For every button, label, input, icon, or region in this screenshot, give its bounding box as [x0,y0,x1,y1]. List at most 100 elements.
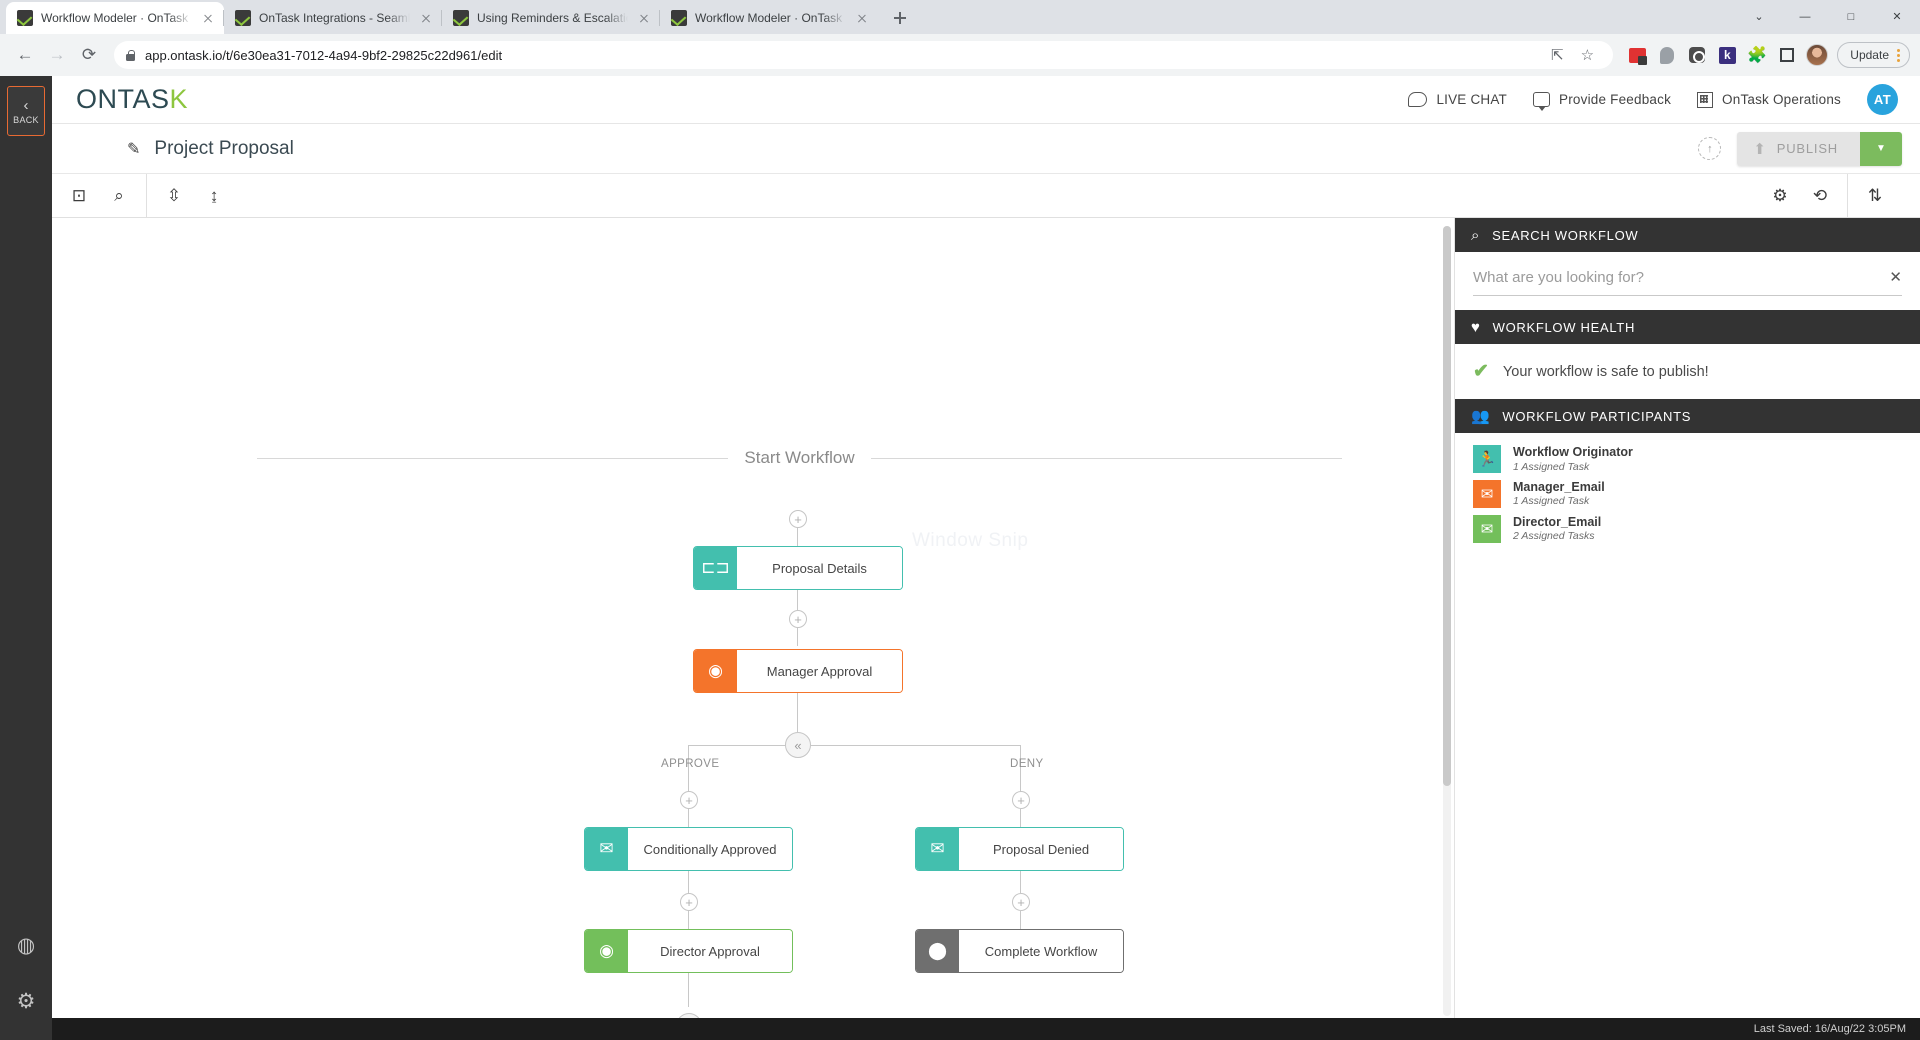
canvas-scrollbar[interactable] [1443,226,1451,1016]
window-snip-watermark: Window Snip [912,530,1028,552]
forward-icon[interactable]: → [42,40,72,70]
branch-line [688,745,785,746]
bookmark-star-icon[interactable]: ☆ [1573,41,1601,69]
gray-drop-icon[interactable] [1653,41,1681,69]
add-step-button[interactable]: + [680,791,698,809]
ontask-operations-button[interactable]: OnTask Operations [1697,92,1841,108]
browser-window: Workflow Modeler · OnTask OnTask Integra… [0,0,1920,1040]
ontask-operations-label: OnTask Operations [1722,92,1841,107]
settings-gear-icon[interactable]: ⚙ [1767,183,1793,209]
add-step-button[interactable]: + [789,510,807,528]
workflow-node-director-approval[interactable]: ◉ Director Approval [584,929,793,973]
close-icon[interactable] [418,10,434,26]
decision-gate-icon[interactable]: « [785,732,811,758]
connector-line [797,590,798,610]
search-workflow-body: ✕ [1455,252,1920,310]
share-icon[interactable]: ⇱ [1543,41,1571,69]
connector-line [1020,911,1021,930]
close-icon[interactable] [854,10,870,26]
node-label: Director Approval [628,930,792,972]
k-extension-icon[interactable]: k [1713,41,1741,69]
search-workflow-title: SEARCH WORKFLOW [1492,228,1638,243]
add-step-button[interactable]: + [1012,791,1030,809]
life-ring-icon[interactable]: ◍ [9,928,43,962]
add-step-button[interactable]: + [680,893,698,911]
eye-icon: ◉ [694,650,737,692]
browser-tab-4[interactable]: Workflow Modeler · OnTask [660,2,878,34]
workflow-node-proposal-details[interactable]: ⊏⊐ Proposal Details [693,546,903,590]
browser-tab-1[interactable]: Workflow Modeler · OnTask [6,2,224,34]
close-window-button[interactable]: ✕ [1874,0,1920,34]
browser-tab-2[interactable]: OnTask Integrations - Seamless, F [224,2,442,34]
stop-icon: ⬤ [916,930,959,972]
history-icon[interactable]: ⟲ [1807,183,1833,209]
node-label: Complete Workflow [959,930,1123,972]
provide-feedback-button[interactable]: Provide Feedback [1533,92,1671,107]
close-icon[interactable] [636,10,652,26]
participant-tasks: 1 Assigned Task [1513,495,1605,508]
chevron-down-icon[interactable]: ⌄ [1736,0,1782,34]
profile-avatar[interactable] [1803,41,1831,69]
connector-line [688,911,689,930]
add-step-button[interactable]: + [789,610,807,628]
upload-icon: ⬆ [1753,140,1766,158]
workflow-participants-title: WORKFLOW PARTICIPANTS [1502,409,1691,424]
dark-camera-icon[interactable] [1683,41,1711,69]
menu-kebab-icon[interactable] [1897,49,1900,62]
fit-height-icon[interactable]: ↨ [201,183,227,209]
close-icon[interactable] [200,10,216,26]
participant-info: Workflow Originator 1 Assigned Task [1513,445,1633,474]
connector-line [797,693,798,732]
clear-search-icon[interactable]: ✕ [1879,268,1902,286]
avatar[interactable]: AT [1867,84,1898,115]
live-chat-button[interactable]: LIVE CHAT [1408,92,1507,107]
refresh-circle-icon[interactable]: ↑ [1698,137,1721,160]
reload-icon[interactable]: ⟳ [74,40,104,70]
scrollbar-thumb[interactable] [1443,226,1451,786]
publish-dropdown-button[interactable]: ▼ [1860,132,1902,166]
list-item[interactable]: ✉ Director_Email 2 Assigned Tasks [1473,515,1902,544]
workflow-node-complete-workflow-1[interactable]: ⬤ Complete Workflow [915,929,1124,973]
check-icon: ✔ [1473,360,1489,383]
square-icon[interactable] [1773,41,1801,69]
participant-tasks: 1 Assigned Task [1513,461,1633,474]
gear-icon[interactable]: ⚙ [9,984,43,1018]
workflow-canvas[interactable]: Window Snip Start Workflow + ⊏⊐ Pro [52,218,1455,1018]
favicon-icon [671,10,687,26]
fit-to-screen-icon[interactable]: ⊡ [66,183,92,209]
puzzle-icon[interactable]: 🧩 [1743,41,1771,69]
browser-tab-3[interactable]: Using Reminders & Escalations w [442,2,660,34]
workflow-node-proposal-denied-1[interactable]: ✉ Proposal Denied [915,827,1124,871]
connector-line [797,528,798,546]
back-icon[interactable]: ← [10,40,40,70]
align-vertical-center-icon[interactable]: ⇳ [161,183,187,209]
address-bar[interactable]: app.ontask.io/t/6e30ea31-7012-4a94-9bf2-… [114,41,1613,69]
node-label: Manager Approval [737,650,902,692]
omnibar-icons: ⇱ ☆ [1543,41,1601,69]
list-item[interactable]: 🏃 Workflow Originator 1 Assigned Task [1473,445,1902,474]
node-label: Proposal Denied [959,828,1123,870]
update-button[interactable]: Update [1837,42,1910,68]
back-button[interactable]: ‹ BACK [7,86,45,136]
decision-gate-icon[interactable]: « [676,1013,702,1018]
new-tab-button[interactable] [886,4,914,32]
red-extension-icon[interactable] [1623,41,1651,69]
minimize-button[interactable]: — [1782,0,1828,34]
add-step-button[interactable]: + [1012,893,1030,911]
workflow-health-body: ✔ Your workflow is safe to publish! [1455,344,1920,399]
page-title: Project Proposal [154,138,293,160]
list-item[interactable]: ✉ Manager_Email 1 Assigned Task [1473,480,1902,509]
workflow-node-conditionally-approved[interactable]: ✉ Conditionally Approved [584,827,793,871]
participant-name: Workflow Originator [1513,445,1633,461]
envelope-icon: ✉ [916,828,959,870]
maximize-button[interactable]: □ [1828,0,1874,34]
search-input[interactable] [1473,269,1879,286]
publish-button[interactable]: ⬆ PUBLISH [1737,132,1860,166]
zoom-search-icon[interactable]: ⌕ [106,183,132,209]
envelope-icon: ✉ [1473,515,1501,543]
pencil-icon[interactable]: ✎ [127,139,140,159]
participant-name: Director_Email [1513,515,1601,531]
connector-line [688,809,689,828]
swap-vertical-icon[interactable]: ⇅ [1862,183,1888,209]
workflow-node-manager-approval[interactable]: ◉ Manager Approval [693,649,903,693]
